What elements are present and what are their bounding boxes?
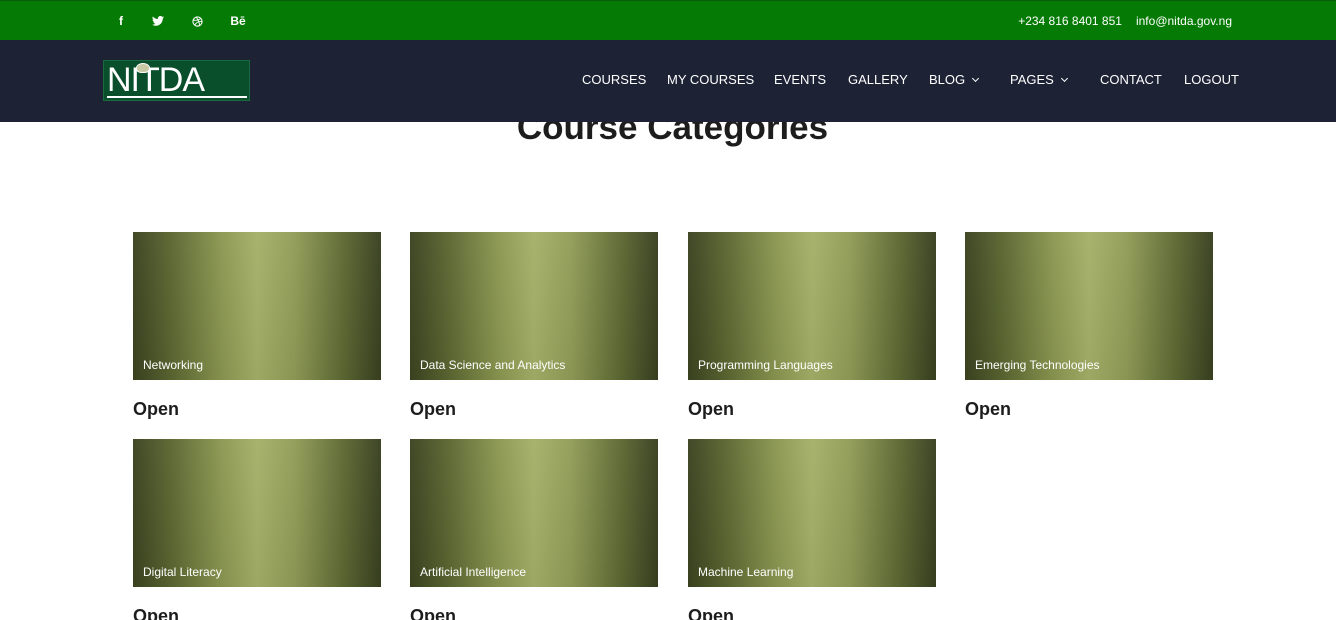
logo-text: NITDA xyxy=(107,61,205,99)
logo-underline xyxy=(107,96,247,98)
category-name: Digital Literacy xyxy=(143,565,222,579)
chevron-down-icon xyxy=(972,74,980,82)
nitda-logo[interactable]: NITDA xyxy=(103,60,250,101)
nav-contact-label: CONTACT xyxy=(1100,72,1162,87)
category-name: Programming Languages xyxy=(698,358,833,372)
nav-courses-label: COURSES xyxy=(582,72,647,87)
nav-events[interactable]: EVENTS xyxy=(774,72,826,87)
nav-pages-label: PAGES xyxy=(1010,72,1054,87)
category-name: Artificial Intelligence xyxy=(420,565,527,579)
category-card-data-science: Data Science and Analytics Open xyxy=(410,232,658,420)
main-navbar: NITDA COURSES MY COURSES EVENTS GALLERY … xyxy=(0,40,1336,122)
category-status[interactable]: Open xyxy=(410,606,658,620)
category-image[interactable]: Digital Literacy xyxy=(133,439,381,587)
category-image[interactable]: Machine Learning xyxy=(688,439,936,587)
twitter-icon[interactable] xyxy=(151,1,165,41)
category-name: Machine Learning xyxy=(698,565,794,579)
email-address[interactable]: info@nitda.gov.ng xyxy=(1136,14,1232,28)
dribbble-icon[interactable] xyxy=(190,1,204,41)
category-image[interactable]: Programming Languages xyxy=(688,232,936,380)
behance-icon[interactable]: Bē xyxy=(229,1,247,41)
nav-logout[interactable]: LOGOUT xyxy=(1184,72,1239,87)
chevron-down-icon xyxy=(1060,74,1068,82)
category-image[interactable]: Data Science and Analytics xyxy=(410,232,658,380)
nav-gallery-label: GALLERY xyxy=(848,72,908,87)
category-card-networking: Networking Open xyxy=(133,232,381,420)
category-card-ai: Artificial Intelligence Open xyxy=(410,439,658,620)
category-status[interactable]: Open xyxy=(410,399,658,420)
contact-info: +234 816 8401 851 info@nitda.gov.ng xyxy=(1018,1,1232,41)
category-status[interactable]: Open xyxy=(688,399,936,420)
category-image[interactable]: Artificial Intelligence xyxy=(410,439,658,587)
category-status[interactable]: Open xyxy=(133,606,381,620)
facebook-glyph: f xyxy=(119,14,123,28)
category-status[interactable]: Open xyxy=(688,606,936,620)
nav-blog-label: BLOG xyxy=(929,72,966,87)
behance-glyph: Bē xyxy=(230,14,246,28)
nav-logout-label: LOGOUT xyxy=(1184,72,1239,87)
nav-blog[interactable]: BLOG xyxy=(929,72,980,87)
category-name: Emerging Technologies xyxy=(975,358,1100,372)
category-card-emerging-tech: Emerging Technologies Open xyxy=(965,232,1213,420)
coat-of-arms-icon xyxy=(136,63,150,73)
category-name: Data Science and Analytics xyxy=(420,358,566,372)
top-bar: f Bē +234 816 8401 851 info@nitda.gov.ng xyxy=(0,0,1336,40)
nav-events-label: EVENTS xyxy=(774,72,827,87)
phone-number: +234 816 8401 851 xyxy=(1018,14,1122,28)
category-image[interactable]: Emerging Technologies xyxy=(965,232,1213,380)
category-card-digital-literacy: Digital Literacy Open xyxy=(133,439,381,620)
nav-my-courses[interactable]: MY COURSES xyxy=(667,72,754,87)
facebook-icon[interactable]: f xyxy=(114,1,128,41)
category-image[interactable]: Networking xyxy=(133,232,381,380)
category-card-machine-learning: Machine Learning Open xyxy=(688,439,936,620)
category-status[interactable]: Open xyxy=(965,399,1213,420)
category-name: Networking xyxy=(143,358,204,372)
nav-contact[interactable]: CONTACT xyxy=(1100,72,1162,87)
nav-my-courses-label: MY COURSES xyxy=(667,72,755,87)
nav-gallery[interactable]: GALLERY xyxy=(848,72,908,87)
category-card-programming: Programming Languages Open xyxy=(688,232,936,420)
nav-pages[interactable]: PAGES xyxy=(1010,72,1068,87)
category-status[interactable]: Open xyxy=(133,399,381,420)
nav-courses[interactable]: COURSES xyxy=(582,72,646,87)
